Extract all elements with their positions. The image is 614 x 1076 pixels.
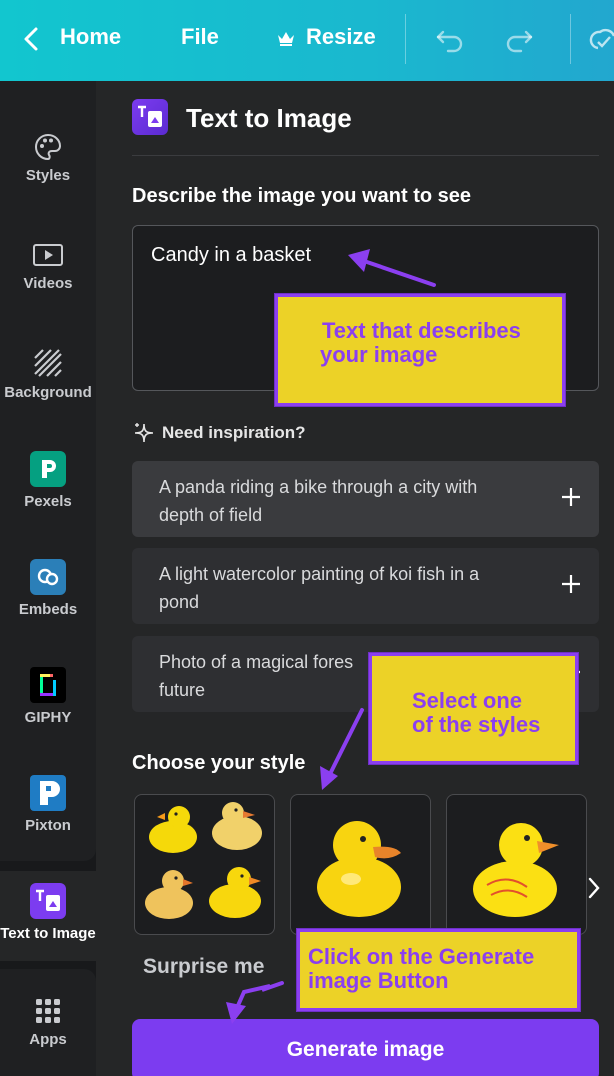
- style-option-illustration[interactable]: [446, 794, 587, 935]
- callout-line: Click on the Generate: [308, 944, 535, 969]
- suggestion-line: Photo of a magical fores: [159, 652, 354, 672]
- sidebar-item-pexels[interactable]: Pexels: [0, 451, 96, 510]
- resize-button[interactable]: Resize: [306, 24, 376, 50]
- text-to-image-panel: Text to Image Describe the image you wan…: [96, 81, 614, 1076]
- apps-grid-icon: [36, 999, 60, 1023]
- illustrated-duck-image: [473, 823, 559, 917]
- sidebar-item-giphy[interactable]: GIPHY: [0, 667, 96, 726]
- sidebar: Styles Videos Background Pexels Embeds G…: [0, 81, 96, 1076]
- sidebar-item-text-to-image[interactable]: Text to Image: [0, 871, 96, 961]
- suggestion-line: A light watercolor painting of koi fish …: [159, 564, 480, 584]
- top-bar: Home File Resize: [0, 0, 614, 81]
- suggestion-line: pond: [159, 592, 200, 612]
- suggestion-item[interactable]: A light watercolor painting of koi fish …: [132, 548, 599, 624]
- background-pattern-icon: [34, 349, 62, 377]
- inspiration-heading: Need inspiration?: [132, 421, 306, 445]
- suggestion-text: A light watercolor painting of koi fish …: [159, 560, 539, 616]
- rubber-duck-image: [317, 821, 401, 917]
- suggestion-line: depth of field: [159, 505, 263, 525]
- chevron-right-icon[interactable]: [586, 876, 602, 900]
- inspiration-label: Need inspiration?: [162, 423, 306, 442]
- sidebar-item-label: Embeds: [18, 601, 78, 618]
- style-option-surprise[interactable]: [134, 794, 275, 935]
- sidebar-item-label: GIPHY: [24, 709, 72, 726]
- pexels-icon: [30, 451, 66, 487]
- sidebar-item-label: Text to Image: [0, 925, 96, 942]
- sidebar-item-label: Styles: [25, 167, 71, 184]
- file-menu-button[interactable]: File: [181, 24, 219, 50]
- sidebar-item-styles[interactable]: Styles: [0, 133, 96, 184]
- sparkle-icon: [134, 423, 154, 443]
- describe-heading: Describe the image you want to see: [132, 185, 471, 207]
- suggestion-item[interactable]: A panda riding a bike through a city wit…: [132, 461, 599, 537]
- suggestion-line: A panda riding a bike through a city wit…: [159, 477, 478, 497]
- callout-styles: Select one of the styles: [369, 653, 578, 764]
- callout-line: Text that describes: [322, 318, 521, 343]
- sidebar-item-label: Videos: [23, 275, 73, 292]
- text-to-image-icon: [30, 883, 66, 919]
- suggestion-text: A panda riding a bike through a city wit…: [159, 473, 539, 529]
- callout-line: your image: [320, 342, 438, 367]
- sidebar-item-label: Pixton: [25, 817, 71, 834]
- sidebar-item-apps[interactable]: Apps: [0, 997, 96, 1048]
- panel-divider: [132, 155, 599, 156]
- toolbar-divider: [570, 14, 571, 64]
- prompt-input-value: Candy in a basket: [151, 244, 312, 266]
- sidebar-item-background[interactable]: Background: [0, 348, 96, 401]
- toolbar-divider: [405, 14, 406, 64]
- pixton-icon: [30, 775, 66, 811]
- style-caption-surprise: Surprise me: [143, 955, 265, 978]
- suggestion-line: future: [159, 680, 206, 700]
- generate-image-button[interactable]: Generate image: [132, 1019, 599, 1076]
- generate-image-label: Generate image: [286, 1038, 445, 1061]
- style-option-photo[interactable]: [290, 794, 431, 935]
- panel-title: Text to Image: [186, 103, 352, 133]
- embeds-icon: [30, 559, 66, 595]
- callout-line: Select one: [412, 688, 523, 713]
- plus-icon[interactable]: [561, 574, 581, 594]
- undo-icon[interactable]: [434, 24, 466, 54]
- callout-describe: Text that describes your image: [275, 294, 565, 406]
- video-icon: [33, 244, 63, 266]
- sidebar-item-label: Background: [4, 384, 92, 401]
- giphy-icon: [30, 667, 66, 703]
- palette-icon: [35, 133, 62, 161]
- crown-icon: [278, 32, 294, 46]
- chevron-left-icon[interactable]: [18, 24, 46, 54]
- cloud-check-icon[interactable]: [588, 22, 614, 54]
- sidebar-item-label: Apps: [29, 1031, 67, 1048]
- callout-line: of the styles: [412, 712, 541, 737]
- callout-generate: Click on the Generate image Button: [297, 929, 580, 1011]
- sidebar-item-videos[interactable]: Videos: [0, 241, 96, 292]
- sidebar-item-label: Pexels: [24, 493, 72, 510]
- sidebar-item-pixton[interactable]: Pixton: [0, 775, 96, 834]
- style-heading: Choose your style: [132, 752, 306, 774]
- text-to-image-app-icon: [132, 99, 168, 135]
- sidebar-item-embeds[interactable]: Embeds: [0, 559, 96, 618]
- redo-icon[interactable]: [503, 24, 535, 54]
- home-button[interactable]: Home: [60, 24, 121, 50]
- callout-line: image Button: [308, 968, 449, 993]
- plus-icon[interactable]: [561, 487, 581, 507]
- duck-collage-image: [145, 802, 262, 919]
